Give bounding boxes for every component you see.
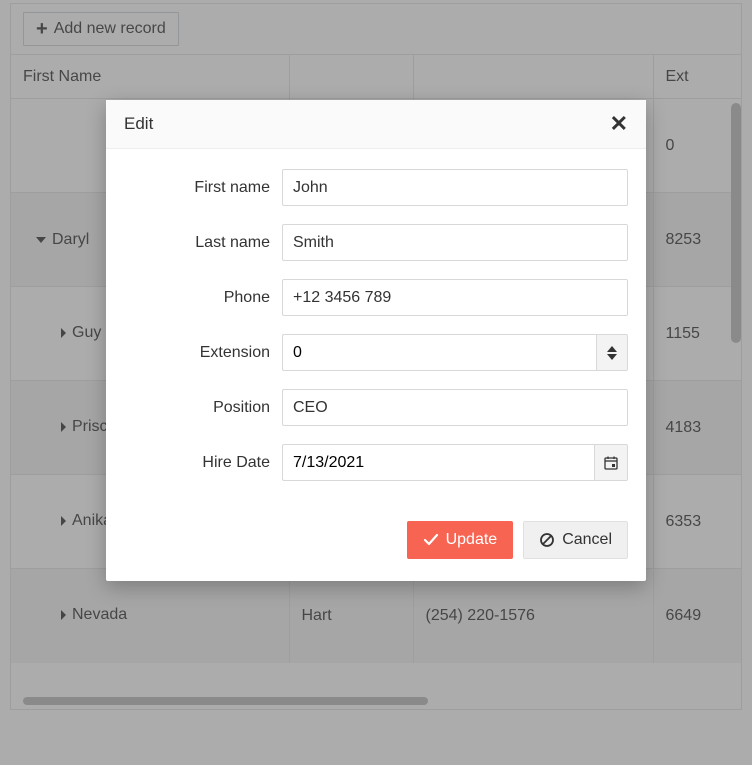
- form-row-extension: Extension: [124, 334, 628, 371]
- modal-overlay: Edit ✕ First name Last name Phone Extens…: [0, 0, 752, 765]
- first-name-label: First name: [124, 179, 282, 197]
- phone-field[interactable]: [282, 279, 628, 316]
- last-name-label: Last name: [124, 234, 282, 252]
- edit-modal: Edit ✕ First name Last name Phone Extens…: [106, 100, 646, 581]
- close-button[interactable]: ✕: [610, 115, 628, 133]
- phone-label: Phone: [124, 289, 282, 307]
- modal-footer: Update Cancel: [106, 507, 646, 581]
- calendar-button[interactable]: [594, 444, 628, 481]
- extension-stepper: [282, 334, 628, 371]
- spin-up-icon[interactable]: [607, 346, 617, 352]
- modal-header: Edit ✕: [106, 100, 646, 149]
- form-row-first-name: First name: [124, 169, 628, 206]
- cancel-icon: [539, 532, 555, 548]
- hire-date-field[interactable]: [282, 444, 594, 481]
- first-name-field[interactable]: [282, 169, 628, 206]
- check-icon: [423, 533, 439, 547]
- modal-body: First name Last name Phone Extension: [106, 149, 646, 507]
- extension-field[interactable]: [282, 334, 596, 371]
- modal-title: Edit: [124, 114, 153, 134]
- update-button[interactable]: Update: [407, 521, 514, 559]
- hire-date-label: Hire Date: [124, 454, 282, 472]
- update-label: Update: [446, 531, 498, 549]
- cancel-label: Cancel: [562, 531, 612, 549]
- form-row-last-name: Last name: [124, 224, 628, 261]
- last-name-field[interactable]: [282, 224, 628, 261]
- form-row-phone: Phone: [124, 279, 628, 316]
- form-row-position: Position: [124, 389, 628, 426]
- spin-buttons: [596, 334, 628, 371]
- hire-date-picker: [282, 444, 628, 481]
- position-label: Position: [124, 399, 282, 417]
- calendar-icon: [603, 455, 619, 471]
- close-icon: ✕: [610, 111, 628, 136]
- spin-down-icon[interactable]: [607, 354, 617, 360]
- extension-label: Extension: [124, 344, 282, 362]
- cancel-button[interactable]: Cancel: [523, 521, 628, 559]
- position-field[interactable]: [282, 389, 628, 426]
- form-row-hire-date: Hire Date: [124, 444, 628, 481]
